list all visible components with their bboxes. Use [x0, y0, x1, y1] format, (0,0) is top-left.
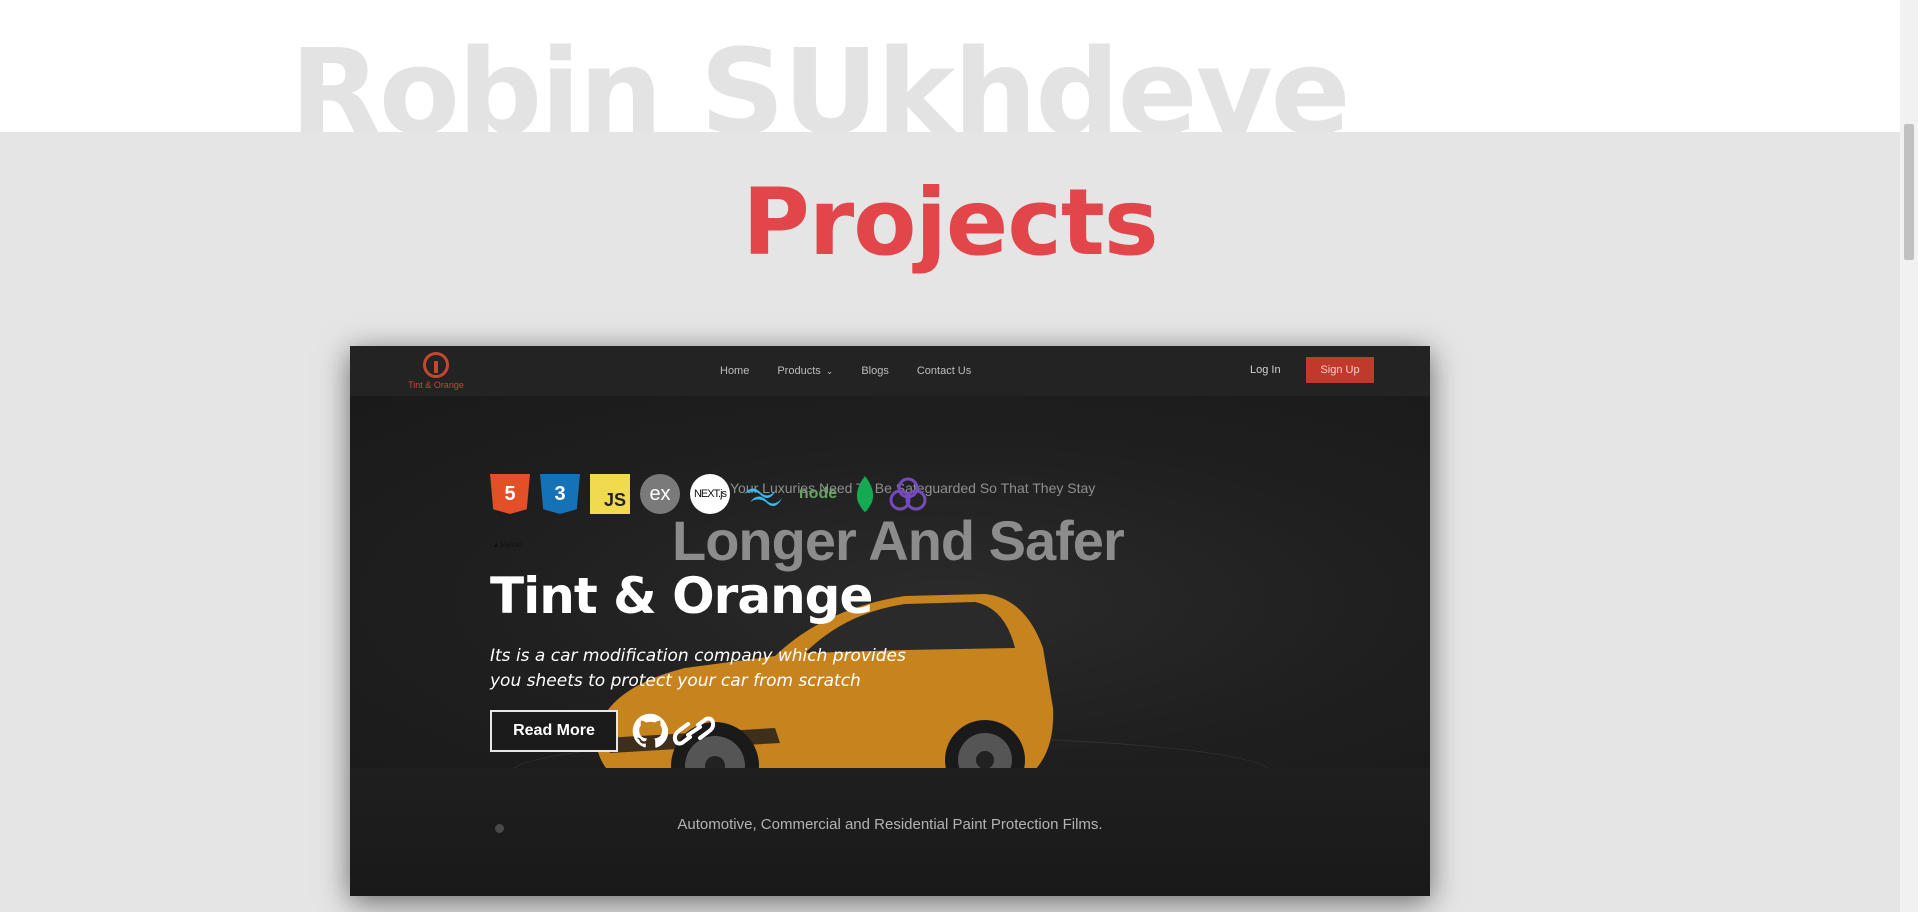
- tailwind-wave-shape: [744, 488, 782, 506]
- background-name-text: Robin SUkhdeve: [290, 23, 1351, 132]
- nextjs-icon: NEXT.js: [690, 474, 730, 514]
- project-card[interactable]: Tint & Orange Home Products ⌄ Blogs Conta…: [350, 346, 1430, 896]
- javascript-icon: JS: [590, 474, 630, 514]
- mongodb-leaf-shape: [856, 476, 874, 512]
- tech-stack-row: 5 3 JS ex NEXT.js node: [490, 474, 928, 514]
- header-area: Robin SUkhdeve: [0, 0, 1900, 132]
- scrollbar-thumb[interactable]: [1904, 124, 1914, 260]
- project-description: Its is a car modification company which …: [490, 646, 906, 691]
- projects-heading: Projects: [742, 169, 1158, 276]
- html5-icon: 5: [490, 474, 530, 514]
- nodejs-label: node: [798, 485, 838, 502]
- express-icon: ex: [640, 474, 680, 514]
- project-info-overlay: 5 3 JS ex NEXT.js node ▲Vercel Tint & Or…: [350, 346, 1430, 896]
- redux-icon: [888, 474, 928, 514]
- nodejs-icon: node: [794, 474, 842, 514]
- vercel-icon: ▲Vercel: [492, 540, 523, 549]
- css3-icon: 3: [540, 474, 580, 514]
- page-scrollbar[interactable]: [1900, 0, 1918, 912]
- project-title: Tint & Orange: [490, 567, 873, 625]
- redux-swirl-shape: [889, 477, 927, 511]
- mongodb-icon: [852, 474, 878, 514]
- read-more-button[interactable]: Read More: [490, 710, 618, 752]
- tailwind-icon: [740, 474, 784, 514]
- github-icon[interactable]: [632, 713, 668, 749]
- link-icon[interactable]: [672, 713, 716, 749]
